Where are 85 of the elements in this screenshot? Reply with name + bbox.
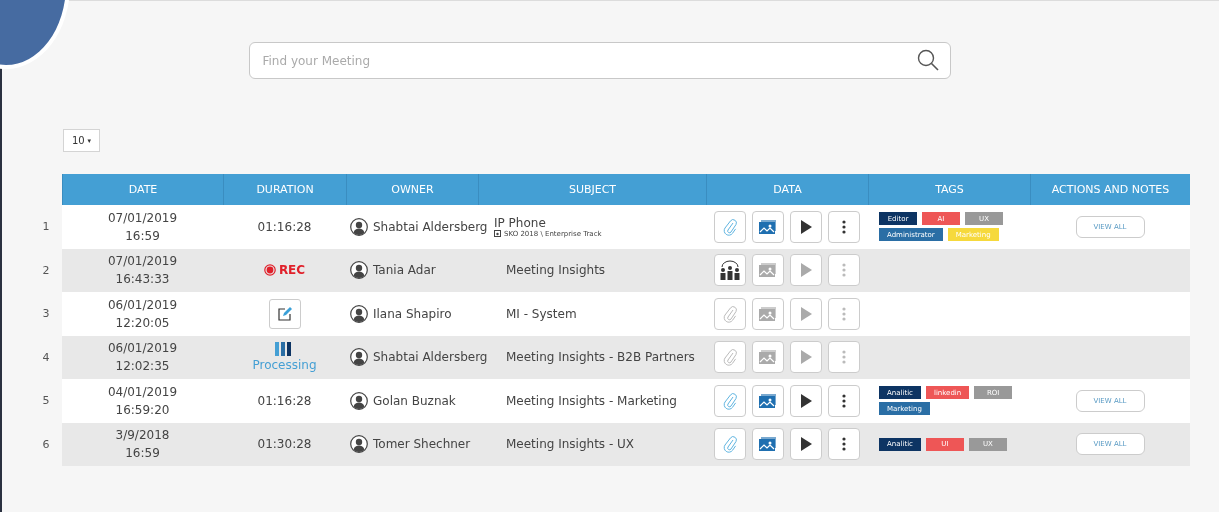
owner-name: Shabtai Aldersberg: [373, 350, 488, 365]
play-icon: [800, 350, 812, 365]
row-number: 5: [42, 394, 50, 408]
attach-button[interactable]: [714, 384, 746, 417]
paperclip-icon: [723, 348, 737, 367]
date-time-text: 07/01/2019 16:59: [107, 209, 178, 245]
processing-status: Processing: [252, 358, 317, 373]
play-button[interactable]: [790, 428, 822, 461]
recording-label: REC: [263, 263, 306, 278]
subject-text: Meeting Insights - B2B Partners: [506, 350, 695, 365]
people-group-icon: [719, 260, 741, 281]
play-icon: [800, 306, 812, 321]
media-button[interactable]: [752, 428, 784, 461]
column-header: DATE: [62, 174, 223, 205]
search-icon: [916, 49, 939, 71]
calendar-icon: [494, 230, 501, 238]
owner-name: Shabtai Aldersberg: [373, 219, 488, 234]
row-number: 6: [42, 437, 50, 451]
row-number: 4: [42, 350, 50, 364]
picture-icon: [758, 349, 778, 366]
search-field[interactable]: Find your Meeting: [248, 42, 951, 79]
date-time-text: 07/01/2019 16:43:33: [107, 253, 178, 289]
more-button[interactable]: [828, 210, 860, 243]
attach-button[interactable]: [714, 210, 746, 243]
column-header: ACTIONS AND NOTES: [1030, 174, 1190, 205]
owner-name: Tomer Shechner: [373, 437, 471, 452]
user-avatar-icon: [350, 304, 368, 323]
bars-icon: [275, 342, 294, 357]
record-icon: [263, 264, 276, 277]
paperclip-icon: [723, 304, 737, 323]
column-header: DURATION: [223, 174, 346, 205]
more-button[interactable]: [828, 428, 860, 461]
owner-name: Tania Adar: [373, 263, 436, 278]
more-button[interactable]: [828, 384, 860, 417]
date-time-text: 06/01/2019 12:02:35: [107, 340, 178, 376]
more-icon: [842, 350, 846, 365]
owner-name: Golan Buznak: [373, 393, 456, 408]
media-button[interactable]: [752, 384, 784, 417]
column-header: OWNER: [346, 174, 478, 205]
people-button[interactable]: [714, 254, 746, 287]
play-icon: [800, 437, 812, 452]
subject-text: Meeting Insights - Marketing: [506, 393, 677, 408]
edit-icon: [277, 306, 292, 321]
picture-icon: [758, 262, 778, 279]
play-button[interactable]: [790, 210, 822, 243]
picture-icon: [758, 436, 778, 453]
more-icon: [842, 263, 846, 278]
paperclip-icon: [723, 217, 737, 236]
picture-icon: [758, 392, 778, 409]
duration-text: 01:16:28: [257, 393, 312, 408]
subject-text: IP Phone: [494, 215, 547, 230]
column-header: DATA: [706, 174, 868, 205]
user-avatar-icon: [350, 348, 368, 367]
picture-icon: [758, 305, 778, 322]
row-number: 1: [42, 220, 50, 234]
play-icon: [800, 263, 812, 278]
subject-text: MI - System: [506, 306, 577, 321]
attach-button[interactable]: [714, 428, 746, 461]
subject-text: Meeting Insights - UX: [506, 437, 635, 452]
play-button[interactable]: [790, 384, 822, 417]
user-avatar-icon: [350, 391, 368, 410]
row-number: 3: [42, 307, 50, 321]
paperclip-icon: [723, 435, 737, 454]
row-number: 2: [42, 263, 50, 277]
duration-text: 01:30:28: [257, 437, 312, 452]
date-time-text: 04/01/2019 16:59:20: [107, 383, 178, 419]
duration-text: 01:16:28: [257, 219, 312, 234]
subject-text: Meeting Insights: [506, 263, 606, 278]
picture-icon: [758, 218, 778, 235]
play-icon: [800, 393, 812, 408]
more-icon: [842, 437, 846, 452]
media-button[interactable]: [752, 210, 784, 243]
owner-name: Ilana Shapiro: [373, 306, 452, 321]
user-avatar-icon: [350, 217, 368, 236]
paperclip-icon: [723, 391, 737, 410]
date-time-text: 06/01/2019 12:20:05: [107, 296, 178, 332]
more-icon: [842, 306, 846, 321]
column-header: SUBJECT: [478, 174, 706, 205]
user-avatar-icon: [350, 435, 368, 454]
play-icon: [800, 219, 812, 234]
more-icon: [842, 393, 846, 408]
column-header: TAGS: [868, 174, 1030, 205]
date-time-text: 3/9/2018 16:59: [115, 427, 170, 463]
user-avatar-icon: [350, 261, 368, 280]
more-icon: [842, 219, 846, 234]
